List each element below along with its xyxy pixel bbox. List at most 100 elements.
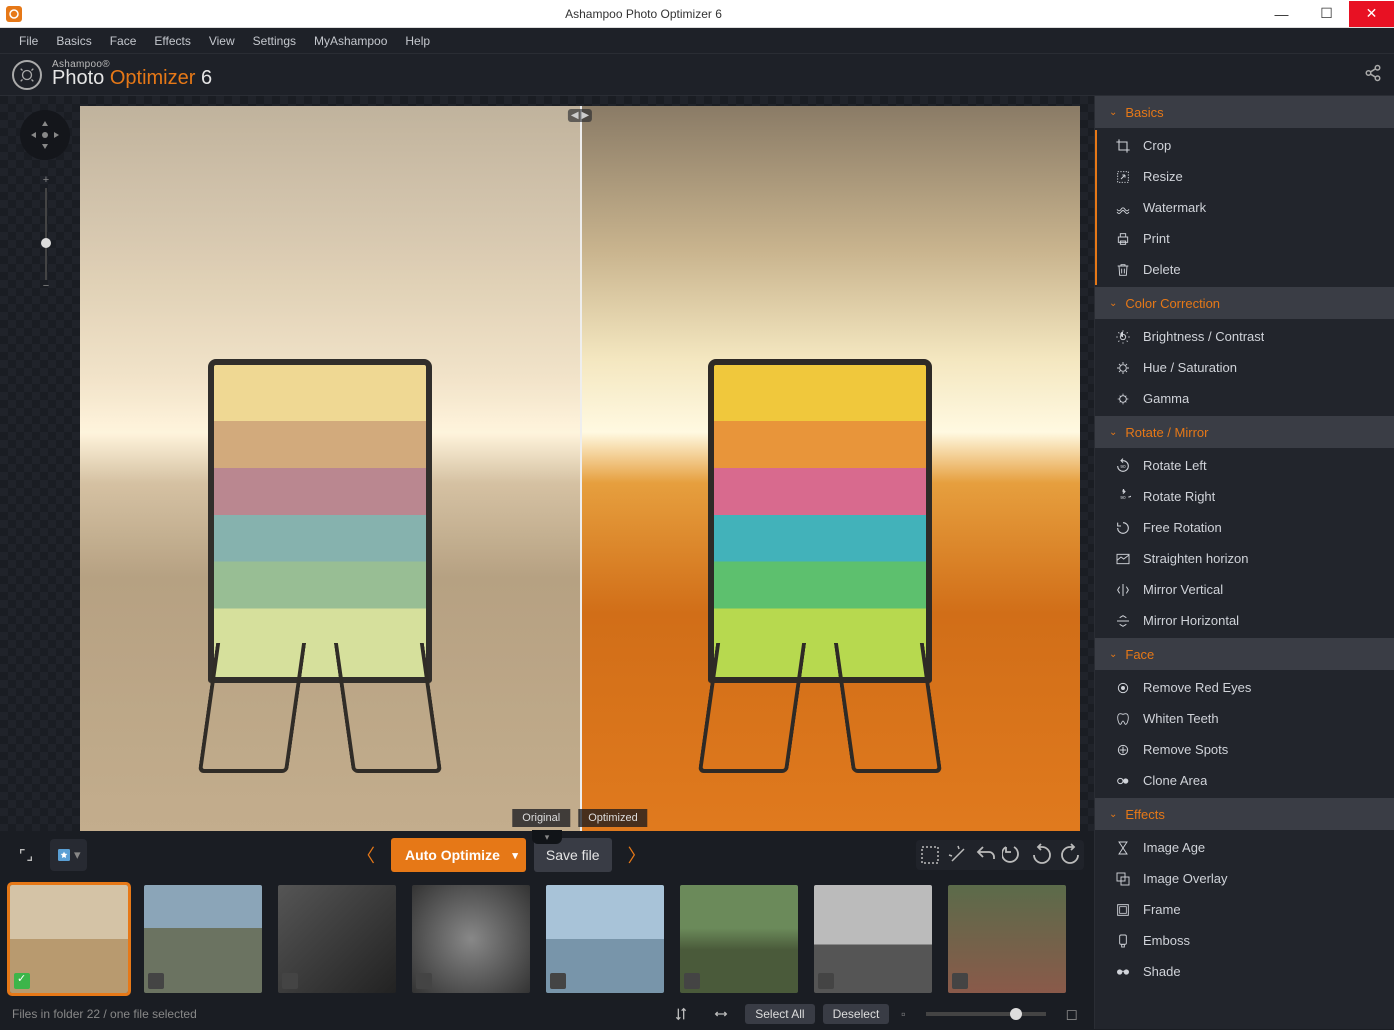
prev-button[interactable]: 〈 <box>349 842 383 868</box>
tool-crop[interactable]: Crop <box>1095 130 1394 161</box>
thumbnail[interactable] <box>412 885 530 993</box>
tool-rotate-left[interactable]: 90Rotate Left <box>1095 450 1394 481</box>
brightness-icon <box>1115 329 1131 345</box>
tool-resize[interactable]: Resize <box>1095 161 1394 192</box>
menu-settings[interactable]: Settings <box>244 34 305 48</box>
fullscreen-button[interactable] <box>10 839 42 871</box>
tool-age[interactable]: Image Age <box>1095 832 1394 863</box>
rotate-cw-90-icon[interactable] <box>1058 842 1082 868</box>
thumb-checkbox[interactable] <box>282 973 298 989</box>
menu-myashampoo[interactable]: MyAshampoo <box>305 34 396 48</box>
menu-face[interactable]: Face <box>101 34 146 48</box>
logo-bar: Ashampoo® Photo Optimizer 6 <box>0 54 1394 96</box>
tool-rotate-right[interactable]: 90Rotate Right <box>1095 481 1394 512</box>
tool-frame[interactable]: Frame <box>1095 894 1394 925</box>
tool-shade[interactable]: Shade <box>1095 956 1394 987</box>
share-button[interactable] <box>1364 64 1382 85</box>
compare-handle[interactable]: ◀ ▶ <box>568 109 592 122</box>
auto-optimize-button[interactable]: Auto Optimize <box>391 838 526 872</box>
undo-icon[interactable] <box>974 842 998 868</box>
tool-mirror-h[interactable]: Mirror Horizontal <box>1095 605 1394 636</box>
tool-delete[interactable]: Delete <box>1095 254 1394 285</box>
rotate-ccw-90-icon[interactable] <box>1030 842 1054 868</box>
thumb-checkbox[interactable] <box>952 973 968 989</box>
zoom-in-icon[interactable]: + <box>43 174 49 188</box>
close-button[interactable]: ✕ <box>1349 1 1394 27</box>
deselect-button[interactable]: Deselect <box>823 1004 890 1024</box>
thumb-checkbox[interactable] <box>550 973 566 989</box>
panel-header-basics[interactable]: ⌄Basics <box>1095 96 1394 128</box>
tool-free-rotation[interactable]: Free Rotation <box>1095 512 1394 543</box>
thumb-checkbox[interactable] <box>148 973 164 989</box>
magic-icon[interactable] <box>946 842 970 868</box>
tool-spots[interactable]: Remove Spots <box>1095 734 1394 765</box>
tool-clone[interactable]: Clone Area <box>1095 765 1394 796</box>
thumb-checkbox[interactable] <box>14 973 30 989</box>
panel-header-color-correction[interactable]: ⌄Color Correction <box>1095 287 1394 319</box>
canvas-area: + − ◀ ▶ Original Optimized <box>0 96 1094 831</box>
thumbnail[interactable] <box>278 885 396 993</box>
tool-label: Image Age <box>1143 840 1205 855</box>
tool-label: Straighten horizon <box>1143 551 1249 566</box>
tool-gamma[interactable]: Gamma <box>1095 383 1394 414</box>
marquee-icon[interactable] <box>918 842 942 868</box>
thumbnail[interactable] <box>814 885 932 993</box>
tool-straighten[interactable]: Straighten horizon <box>1095 543 1394 574</box>
straighten-icon <box>1115 551 1131 567</box>
thumb-checkbox[interactable] <box>818 973 834 989</box>
main-toolbar: ▾ ▾ 〈 Auto Optimize Save file 〉 <box>0 831 1094 879</box>
thumb-checkbox[interactable] <box>684 973 700 989</box>
sort-button[interactable] <box>665 998 697 1030</box>
tool-print[interactable]: Print <box>1095 223 1394 254</box>
pan-control[interactable] <box>20 110 70 160</box>
chevron-down-icon: ⌄ <box>1109 649 1117 660</box>
menu-effects[interactable]: Effects <box>145 34 199 48</box>
next-button[interactable]: 〉 <box>620 842 654 868</box>
thumbnail[interactable] <box>680 885 798 993</box>
thumb-checkbox[interactable] <box>416 973 432 989</box>
tool-mirror-v[interactable]: Mirror Vertical <box>1095 574 1394 605</box>
menu-file[interactable]: File <box>10 34 47 48</box>
panel-header-rotate-mirror[interactable]: ⌄Rotate / Mirror <box>1095 416 1394 448</box>
compare-divider[interactable] <box>580 106 582 831</box>
tool-hue[interactable]: Hue / Saturation <box>1095 352 1394 383</box>
thumb-size-slider[interactable] <box>926 1012 1046 1016</box>
resize-h-button[interactable] <box>705 998 737 1030</box>
tool-label: Remove Red Eyes <box>1143 680 1251 695</box>
thumbnail[interactable] <box>10 885 128 993</box>
tool-emboss[interactable]: Emboss <box>1095 925 1394 956</box>
thumb-small-icon[interactable]: ▫ <box>897 1007 909 1021</box>
menu-help[interactable]: Help <box>396 34 439 48</box>
redo-icon[interactable] <box>1002 842 1026 868</box>
tool-label: Delete <box>1143 262 1181 277</box>
gamma-icon <box>1115 391 1131 407</box>
collapse-handle[interactable]: ▾ <box>532 830 562 844</box>
maximize-button[interactable]: ☐ <box>1304 1 1349 27</box>
mirror-h-icon <box>1115 613 1131 629</box>
tool-watermark[interactable]: Watermark <box>1095 192 1394 223</box>
tool-overlay[interactable]: Image Overlay <box>1095 863 1394 894</box>
thumbnail[interactable] <box>546 885 664 993</box>
tool-teeth[interactable]: Whiten Teeth <box>1095 703 1394 734</box>
rating-filter-button[interactable]: ▾ <box>50 839 87 871</box>
panel-header-effects[interactable]: ⌄Effects <box>1095 798 1394 830</box>
menu-basics[interactable]: Basics <box>47 34 100 48</box>
minimize-button[interactable]: — <box>1259 1 1304 27</box>
overlay-icon <box>1115 871 1131 887</box>
tools-panel[interactable]: ⌄BasicsCropResizeWatermarkPrint Delete ⌄Co… <box>1094 96 1394 1029</box>
panel-header-face[interactable]: ⌄Face <box>1095 638 1394 670</box>
thumbnail[interactable] <box>144 885 262 993</box>
tool-brightness[interactable]: Brightness / Contrast <box>1095 321 1394 352</box>
film-strip[interactable] <box>0 879 1094 999</box>
tool-redeye[interactable]: Remove Red Eyes <box>1095 672 1394 703</box>
zoom-out-icon[interactable]: − <box>43 280 49 294</box>
zoom-slider[interactable]: + − <box>41 174 51 294</box>
compare-preview[interactable]: ◀ ▶ Original Optimized <box>80 106 1080 831</box>
chevron-down-icon: ⌄ <box>1109 298 1117 309</box>
menu-view[interactable]: View <box>200 34 244 48</box>
menubar: File Basics Face Effects View Settings M… <box>0 28 1394 54</box>
tool-label: Brightness / Contrast <box>1143 329 1264 344</box>
thumb-large-icon[interactable]: ◻ <box>1062 1005 1082 1023</box>
thumbnail[interactable] <box>948 885 1066 993</box>
select-all-button[interactable]: Select All <box>745 1004 814 1024</box>
